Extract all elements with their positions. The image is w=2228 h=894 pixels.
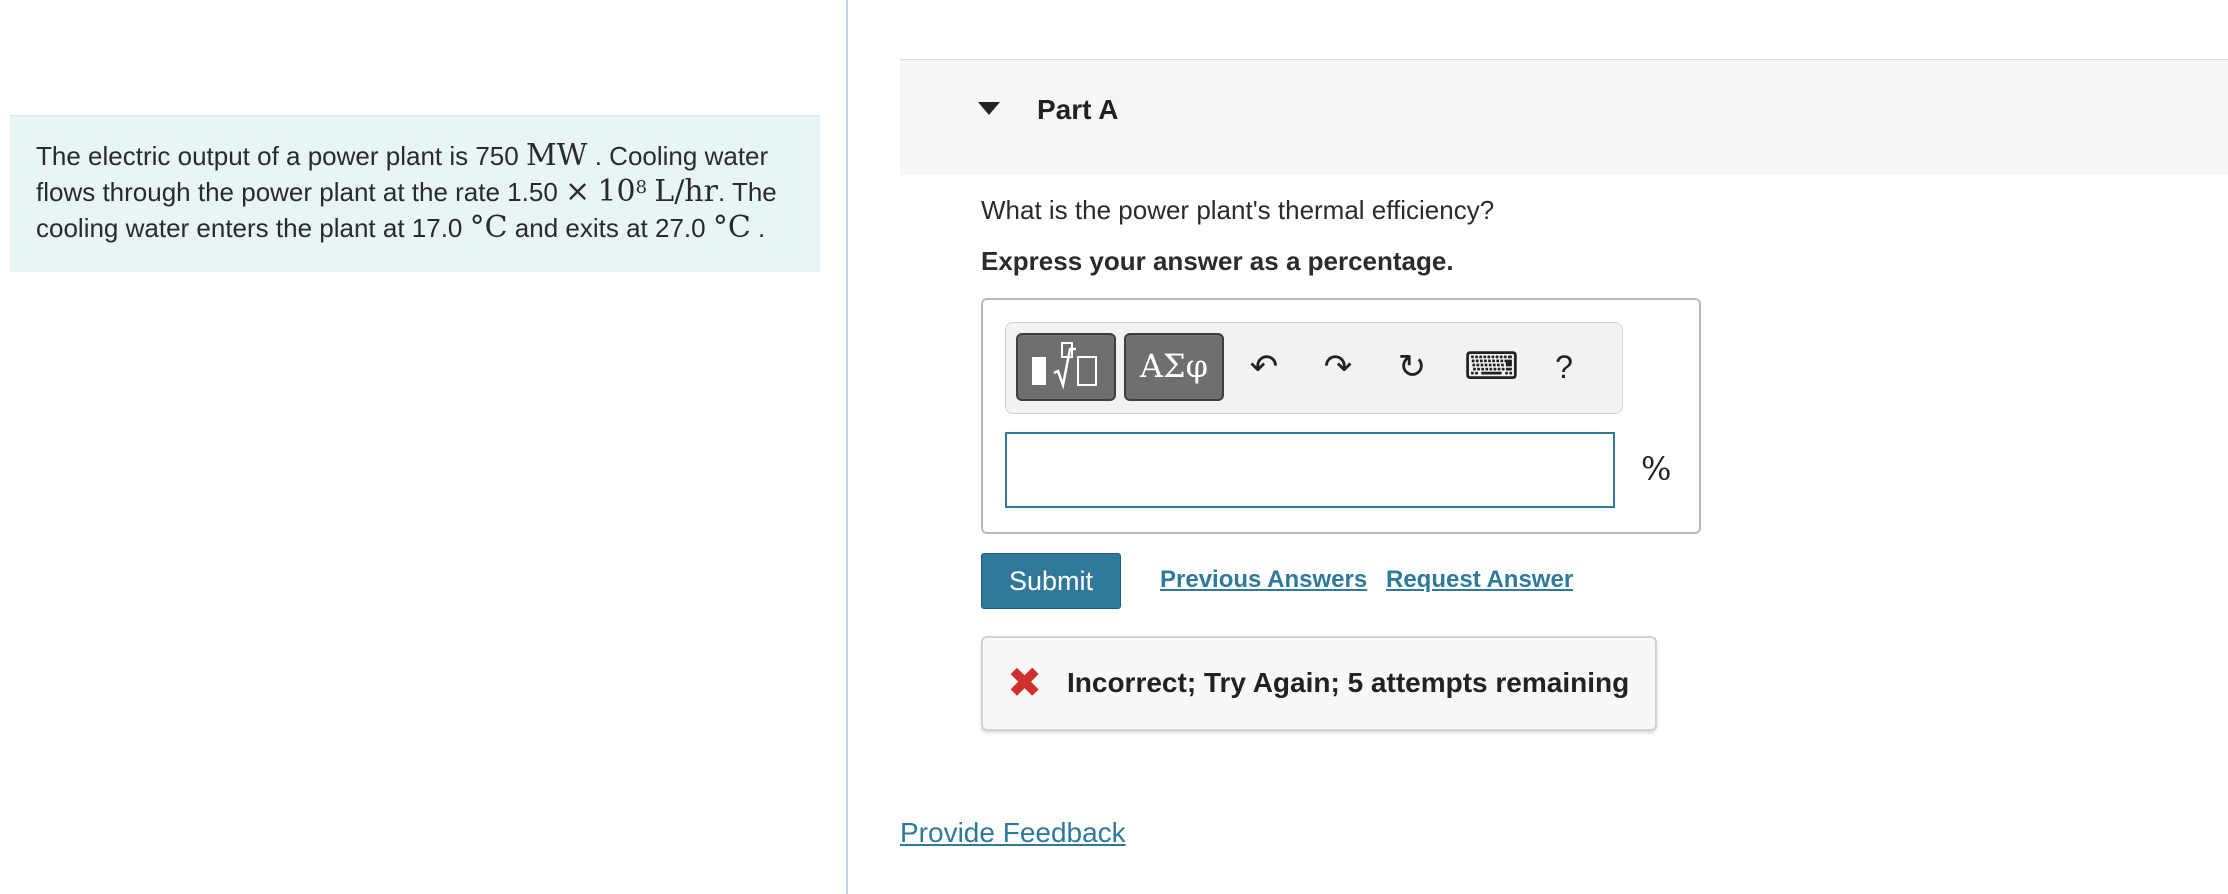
undo-icon[interactable]: ↶ (1242, 345, 1286, 389)
problem-text-5: . (750, 213, 766, 243)
help-icon[interactable]: ? (1542, 345, 1586, 389)
answer-input[interactable] (1005, 432, 1615, 508)
feedback-message-box: ✖ Incorrect; Try Again; 5 attempts remai… (981, 636, 1657, 731)
flow-unit: L/hr (654, 174, 718, 209)
power-of-ten: 108 (597, 174, 647, 209)
temperature-unit-2: °C (712, 210, 751, 245)
power-unit: MW (525, 138, 588, 173)
previous-answers-link[interactable]: Previous Answers (1160, 566, 1367, 594)
part-title: Part A (1037, 94, 1119, 125)
problem-statement: The electric output of a power plant is … (10, 115, 820, 272)
problem-text-4: and exits at 27.0 (507, 213, 713, 243)
answer-unit: % (1641, 450, 1672, 488)
times-symbol: × (565, 174, 591, 209)
exponent: 8 (635, 177, 648, 198)
x-icon: ✖ (1007, 659, 1043, 706)
redo-icon[interactable]: ↷ (1316, 345, 1360, 389)
provide-feedback-link[interactable]: Provide Feedback (900, 817, 1126, 849)
base: 10 (597, 174, 636, 209)
question-pane: Part A What is the power plant's thermal… (848, 0, 2228, 894)
instruction-text: Express your answer as a percentage. (981, 246, 1454, 276)
math-toolbar: ΑΣφ ↶ ↷ ↻ ⌨ ? (1005, 322, 1623, 414)
keyboard-icon[interactable]: ⌨ (1464, 345, 1519, 389)
problem-text-1: The electric output of a power plant is … (36, 141, 526, 171)
templates-button[interactable] (1016, 333, 1116, 401)
temperature-unit-1: °C (469, 210, 508, 245)
greek-symbols-button[interactable]: ΑΣφ (1124, 333, 1224, 401)
request-answer-link[interactable]: Request Answer (1386, 566, 1573, 594)
answer-box: ΑΣφ ↶ ↷ ↻ ⌨ ? % (981, 298, 1701, 534)
caret-down-icon[interactable] (978, 102, 1000, 115)
part-header[interactable]: Part A (900, 59, 2228, 175)
question-text: What is the power plant's thermal effici… (981, 195, 1495, 225)
feedback-text: Incorrect; Try Again; 5 attempts remaini… (1067, 667, 1630, 698)
reset-icon[interactable]: ↻ (1390, 345, 1434, 389)
problem-pane: The electric output of a power plant is … (0, 0, 848, 894)
templates-icon (1032, 342, 1097, 390)
submit-button[interactable]: Submit (981, 553, 1121, 609)
